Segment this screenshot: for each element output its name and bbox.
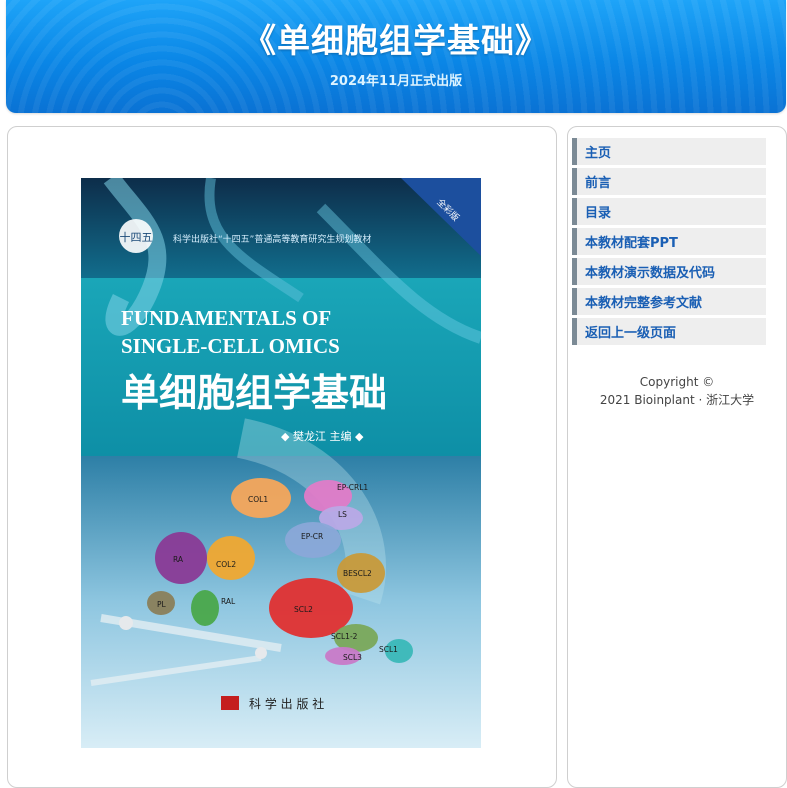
nav-item-references[interactable]: 本教材完整参考文献 (572, 288, 766, 315)
sidebar-nav: 主页 前言 目录 本教材配套PPT 本教材演示数据及代码 本教材完整参考文献 返… (572, 138, 766, 348)
cover-publisher-name: 科 学 出 版 社 (249, 696, 324, 711)
book-cover-image: 十四五 科学出版社“十四五”普通高等教育研究生规划教材 全彩版 FUNDAMEN… (81, 178, 481, 748)
cover-publisher-line: 科学出版社“十四五”普通高等教育研究生规划教材 (173, 233, 371, 245)
header-banner: 《单细胞组学基础》 2024年11月正式出版 (6, 0, 786, 113)
cluster-label-ep-crl1: EP-CRL1 (337, 483, 368, 492)
copyright-line1: Copyright © (639, 375, 715, 389)
cluster-label-ra: RA (173, 555, 184, 564)
copyright-line2: 2021 Bioinplant · 浙江大学 (599, 393, 755, 407)
copyright-notice: Copyright © 2021 Bioinplant · 浙江大学 (568, 373, 786, 409)
nav-item-contents[interactable]: 目录 (572, 198, 766, 225)
cluster-label-col2: COL2 (216, 560, 236, 569)
nav-item-demo-data-code[interactable]: 本教材演示数据及代码 (572, 258, 766, 285)
cluster-label-pl: PL (157, 600, 167, 609)
cover-editor-line: ◆ 樊龙江 主编 ◆ (281, 429, 364, 443)
cluster-label-scl1: SCL1 (379, 645, 398, 654)
cluster-label-bescl2: BESCL2 (343, 569, 372, 578)
cluster-label-ep-cr: EP-CR (301, 532, 323, 541)
book-cover-art: 十四五 科学出版社“十四五”普通高等教育研究生规划教材 全彩版 FUNDAMEN… (81, 178, 481, 748)
nav-item-home[interactable]: 主页 (572, 138, 766, 165)
nav-item-preface[interactable]: 前言 (572, 168, 766, 195)
nav-item-back[interactable]: 返回上一级页面 (572, 318, 766, 345)
cluster-label-scl3: SCL3 (343, 653, 362, 662)
emblem-mark: 十四五 (120, 230, 153, 244)
cluster-label-ls: LS (338, 510, 347, 519)
cluster-label-scl2: SCL2 (294, 605, 313, 614)
page-title: 《单细胞组学基础》 (243, 21, 549, 60)
cluster-label-col1: COL1 (248, 495, 268, 504)
cover-english-title-line1: FUNDAMENTALS OF (121, 306, 331, 330)
publish-date-subtitle: 2024年11月正式出版 (329, 74, 463, 89)
sidebar-panel: 主页 前言 目录 本教材配套PPT 本教材演示数据及代码 本教材完整参考文献 返… (567, 126, 787, 788)
cover-chinese-title: 单细胞组学基础 (121, 370, 387, 415)
cluster-label-scl1-2: SCL1-2 (331, 632, 358, 641)
main-content-panel: 十四五 科学出版社“十四五”普通高等教育研究生规划教材 全彩版 FUNDAMEN… (7, 126, 557, 788)
nav-item-ppt[interactable]: 本教材配套PPT (572, 228, 766, 255)
publisher-logo-icon (221, 696, 239, 710)
cluster-label-ral: RAL (221, 597, 236, 606)
cover-english-title-line2: SINGLE-CELL OMICS (121, 334, 340, 358)
